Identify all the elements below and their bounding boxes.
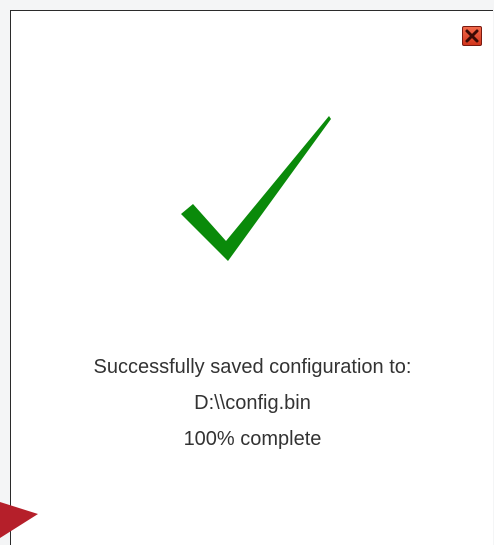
close-button[interactable] <box>462 26 482 46</box>
success-message: Successfully saved configuration to: <box>93 356 412 378</box>
file-path-text: D:\\config.bin <box>194 392 311 414</box>
close-x-icon <box>465 29 479 43</box>
progress-text: 100% complete <box>183 428 322 450</box>
screen: Successfully saved configuration to: D:\… <box>0 0 494 545</box>
checkmark-icon <box>181 116 331 261</box>
save-complete-dialog: Successfully saved configuration to: D:\… <box>10 10 493 545</box>
arrow-pointer-icon <box>0 502 38 538</box>
